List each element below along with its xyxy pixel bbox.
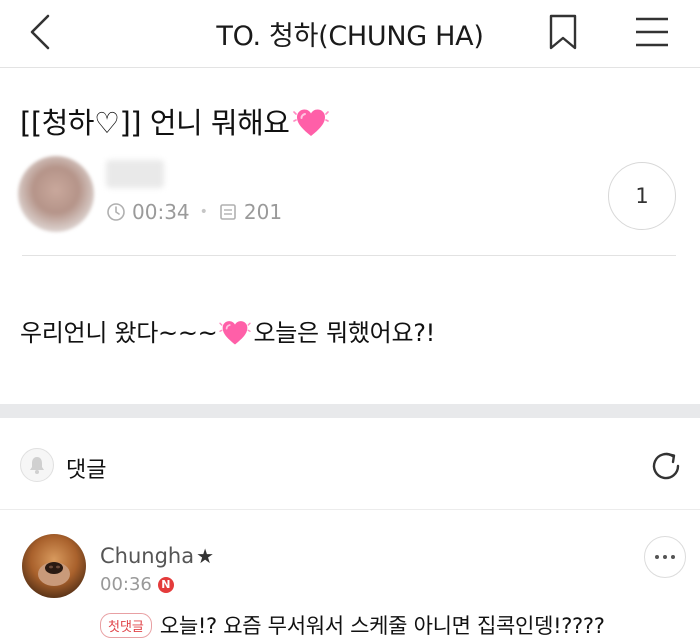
post-body: 우리언니 왔다~~~ 오늘은 뭐했어요?! <box>20 313 435 348</box>
sparkling-heart-emoji <box>293 106 330 140</box>
board-title: TO. 청하(CHUNG HA) <box>216 21 484 52</box>
commenter-avatar[interactable] <box>22 534 86 598</box>
menu-button[interactable] <box>632 14 672 50</box>
post-title: [[청하♡]] 언니 뭐해요 <box>20 100 330 142</box>
refresh-icon <box>652 452 680 480</box>
back-button[interactable] <box>22 10 62 54</box>
commenter-name[interactable]: Chungha ★ <box>100 544 214 568</box>
comment-time: 00:36 <box>100 574 152 595</box>
comment-time-row: 00:36 N <box>100 574 174 595</box>
sparkling-heart-emoji <box>219 318 252 348</box>
author-name-blurred[interactable] <box>106 160 164 188</box>
more-options-button[interactable] <box>644 536 686 578</box>
post-views: 201 <box>243 200 283 224</box>
new-badge: N <box>157 576 174 593</box>
hamburger-menu-icon <box>636 17 668 47</box>
divider <box>22 255 676 256</box>
clock-icon <box>107 203 125 221</box>
comments-header: 댓글 <box>0 418 700 510</box>
commenter-name-text: Chungha <box>100 544 195 568</box>
author-star-badge: ★ <box>196 544 215 568</box>
more-dots-icon <box>655 555 675 559</box>
views-icon <box>220 204 236 220</box>
comment-content: 첫댓글 오늘!? 요즘 무서워서 스케줄 아니면 집콕인뎅!???? <box>100 610 605 640</box>
post-time: 00:34 <box>132 200 190 224</box>
comment-item: Chungha ★ 00:36 N 첫댓글 오늘!? 요즘 무서워서 스케줄 아… <box>0 510 700 644</box>
bookmark-icon <box>549 14 577 50</box>
top-nav-bar: TO. 청하(CHUNG HA) <box>0 0 700 68</box>
post-title-text: [[청하♡]] 언니 뭐해요 <box>20 106 290 140</box>
post-body-text-2: 오늘은 뭐했어요?! <box>253 319 435 347</box>
comment-text: 오늘!? 요즘 무서워서 스케줄 아니면 집콕인뎅!???? <box>159 614 605 638</box>
meta-separator: • <box>199 204 208 220</box>
chevron-left-icon <box>30 14 50 50</box>
bell-icon <box>30 457 44 474</box>
comment-count-button[interactable]: 1 <box>608 162 676 230</box>
comment-count: 1 <box>635 184 649 208</box>
first-comment-badge: 첫댓글 <box>100 612 152 638</box>
notification-toggle[interactable] <box>20 448 54 482</box>
comments-label: 댓글 <box>66 458 107 483</box>
post-body-text-1: 우리언니 왔다~~~ <box>20 319 218 347</box>
refresh-button[interactable] <box>648 448 684 484</box>
post-meta: 00:34 • 201 <box>106 200 282 224</box>
bookmark-button[interactable] <box>545 12 581 52</box>
section-separator <box>0 404 700 418</box>
author-avatar[interactable] <box>18 156 94 232</box>
